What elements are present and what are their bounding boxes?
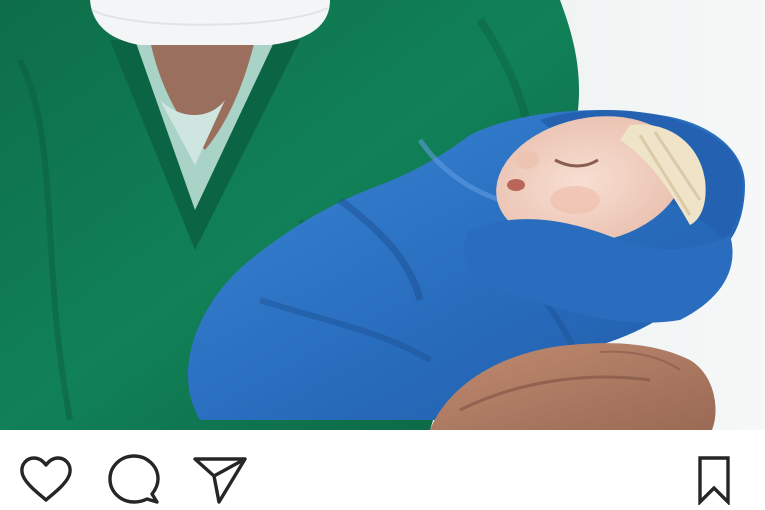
like-button[interactable] bbox=[18, 452, 74, 508]
comment-bubble-icon bbox=[108, 454, 160, 504]
bookmark-icon bbox=[698, 456, 730, 505]
newborn-photo bbox=[0, 0, 765, 430]
comment-button[interactable] bbox=[106, 452, 162, 508]
post-photo[interactable] bbox=[0, 0, 765, 430]
post-action-bar bbox=[0, 430, 765, 510]
instagram-post bbox=[0, 0, 765, 510]
heart-icon bbox=[20, 456, 72, 502]
share-button[interactable] bbox=[192, 452, 248, 508]
save-button[interactable] bbox=[686, 452, 742, 508]
send-paper-plane-icon bbox=[193, 457, 247, 504]
